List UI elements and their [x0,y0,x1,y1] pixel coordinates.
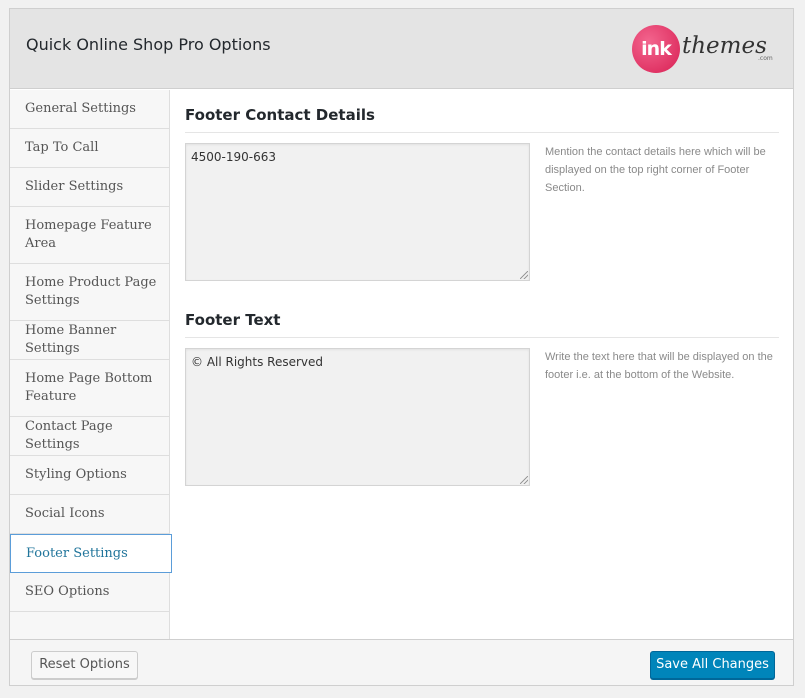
page-title: Quick Online Shop Pro Options [26,35,271,54]
footer-text-description: Write the text here that will be display… [545,351,773,381]
options-footer: Reset Options Save All Changes [10,639,793,685]
section-divider [185,337,779,338]
options-content: Footer Contact Details 4500-190-663 Ment… [170,90,793,639]
footer-text-value: © All Rights Reserved [191,355,324,369]
footer-contact-description: Mention the contact details here which w… [545,146,766,194]
sidebar-item-footer-settings[interactable]: Footer Settings [10,534,172,573]
sidebar-item-tap-to-call[interactable]: Tap To Call [10,129,169,168]
options-sidebar: General Settings Tap To Call Slider Sett… [10,90,172,639]
sidebar-item-home-banner-settings[interactable]: Home Banner Settings [10,321,169,360]
section-divider [185,132,779,133]
sidebar-item-homepage-feature-area[interactable]: Homepage Feature Area [10,207,169,264]
sidebar-item-home-page-bottom-feature[interactable]: Home Page Bottom Feature [10,360,169,417]
save-all-changes-button[interactable]: Save All Changes [650,651,775,679]
sidebar-item-general-settings[interactable]: General Settings [10,90,169,129]
sidebar-item-slider-settings[interactable]: Slider Settings [10,168,169,207]
footer-contact-heading: Footer Contact Details [185,106,375,124]
sidebar-item-social-icons[interactable]: Social Icons [10,495,169,534]
logo-word: themes [682,33,767,59]
sidebar-item-contact-page-settings[interactable]: Contact Page Settings [10,417,169,456]
logo-mark: ink [632,25,680,73]
footer-contact-textarea[interactable]: 4500-190-663 [185,143,530,281]
sidebar-item-seo-options[interactable]: SEO Options [10,573,169,612]
footer-text-textarea[interactable]: © All Rights Reserved [185,348,530,486]
logo-suffix: .com [758,55,773,62]
options-header: Quick Online Shop Pro Options ink themes… [10,9,793,89]
options-panel: Quick Online Shop Pro Options ink themes… [9,8,794,686]
inkthemes-logo: ink themes .com [632,25,782,73]
sidebar-item-styling-options[interactable]: Styling Options [10,456,169,495]
reset-options-button[interactable]: Reset Options [31,651,138,679]
footer-text-heading: Footer Text [185,311,281,329]
sidebar-item-home-product-page-settings[interactable]: Home Product Page Settings [10,264,169,321]
resize-grip-icon[interactable] [520,476,528,484]
footer-contact-value: 4500-190-663 [191,150,277,164]
resize-grip-icon[interactable] [520,271,528,279]
